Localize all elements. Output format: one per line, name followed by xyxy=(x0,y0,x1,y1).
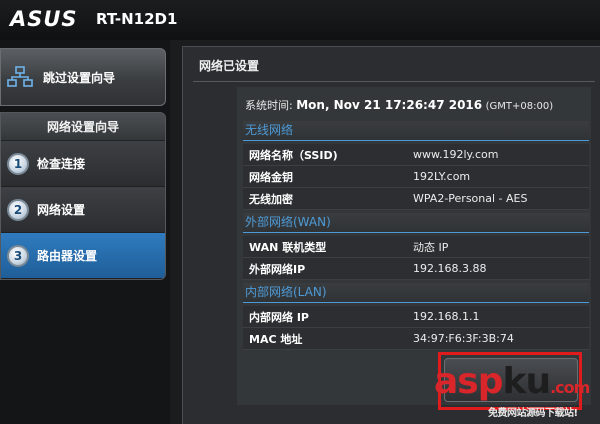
step-3-icon: 3 xyxy=(7,244,29,267)
nav-item-check-connection[interactable]: 1 检查连接 xyxy=(1,141,165,187)
nav-item-label: 网络设置 xyxy=(37,203,86,217)
skip-wizard-label: 跳过设置向导 xyxy=(43,70,116,85)
network-key-label: 网络金钥 xyxy=(249,170,293,184)
row-lan-ip: 内部网络 IP 192.168.1.1 xyxy=(243,306,589,328)
lan-ip-value: 192.168.1.1 xyxy=(413,310,480,323)
row-wan-type: WAN 联机类型 动态 IP xyxy=(243,236,589,258)
system-time-value: Mon, Nov 21 17:26:47 2016 xyxy=(296,98,483,112)
ssid-label: 网络名称（SSID) xyxy=(249,148,338,162)
wan-section-heading: 外部网络(WAN) xyxy=(243,213,589,233)
nav-item-network-settings[interactable]: 2 网络设置 xyxy=(1,187,165,233)
ssid-value: www.192ly.com xyxy=(413,148,499,161)
system-time-timezone: (GMT+08:00) xyxy=(485,101,554,112)
encryption-value: WPA2-Personal - AES xyxy=(413,192,528,205)
system-time-label: 系统时间: xyxy=(245,99,293,112)
lan-section-heading: 内部网络(LAN) xyxy=(243,283,589,303)
lan-ip-label: 内部网络 IP xyxy=(249,310,309,324)
page-title: 网络已设置 xyxy=(199,59,260,73)
watermark-logo: aspku.com xyxy=(434,361,590,408)
model-name: RT-N12D1 xyxy=(96,10,178,28)
watermark-part-a: asp xyxy=(434,361,503,402)
top-header: ASUS RT-N12D1 xyxy=(0,0,600,40)
watermark-part-b: ku xyxy=(502,361,552,402)
nav-title: 网络设置向导 xyxy=(1,113,165,141)
asus-logo: ASUS xyxy=(10,7,78,31)
network-key-value: 192LY.com xyxy=(413,170,471,183)
sidebar: 跳过设置向导 网络设置向导 1 检查连接 2 网络设置 3 路由器设置 xyxy=(0,40,170,424)
wireless-section-heading: 无线网络 xyxy=(243,121,589,141)
system-time: 系统时间: Mon, Nov 21 17:26:47 2016 (GMT+08:… xyxy=(245,97,553,113)
encryption-label: 无线加密 xyxy=(249,192,293,206)
skip-wizard-button[interactable]: 跳过设置向导 xyxy=(0,48,166,106)
nav-item-router-settings[interactable]: 3 路由器设置 xyxy=(1,233,165,279)
wan-type-label: WAN 联机类型 xyxy=(249,240,327,254)
row-network-key: 网络金钥 192LY.com xyxy=(243,166,589,188)
row-wan-ip: 外部网络IP 192.168.3.88 xyxy=(243,258,589,280)
nav-item-label: 路由器设置 xyxy=(37,249,98,263)
wan-type-value: 动态 IP xyxy=(413,240,449,254)
setup-wizard-nav: 网络设置向导 1 检查连接 2 网络设置 3 路由器设置 xyxy=(0,112,166,280)
row-encryption: 无线加密 WPA2-Personal - AES xyxy=(243,188,589,210)
watermark-tld: .com xyxy=(550,378,590,397)
mac-value: 34:97:F6:3F:3B:74 xyxy=(413,332,514,345)
wan-ip-label: 外部网络IP xyxy=(249,262,306,276)
wan-ip-value: 192.168.3.88 xyxy=(413,262,487,275)
step-2-icon: 2 xyxy=(7,198,29,221)
network-icon xyxy=(7,66,33,87)
row-ssid: 网络名称（SSID) www.192ly.com xyxy=(243,144,589,166)
watermark-tagline: 免费网站源码下载站! xyxy=(488,408,578,419)
step-1-icon: 1 xyxy=(7,152,29,175)
row-mac: MAC 地址 34:97:F6:3F:3B:74 xyxy=(243,328,589,350)
divider xyxy=(193,81,595,82)
nav-item-label: 检查连接 xyxy=(37,157,86,171)
mac-label: MAC 地址 xyxy=(249,332,303,346)
